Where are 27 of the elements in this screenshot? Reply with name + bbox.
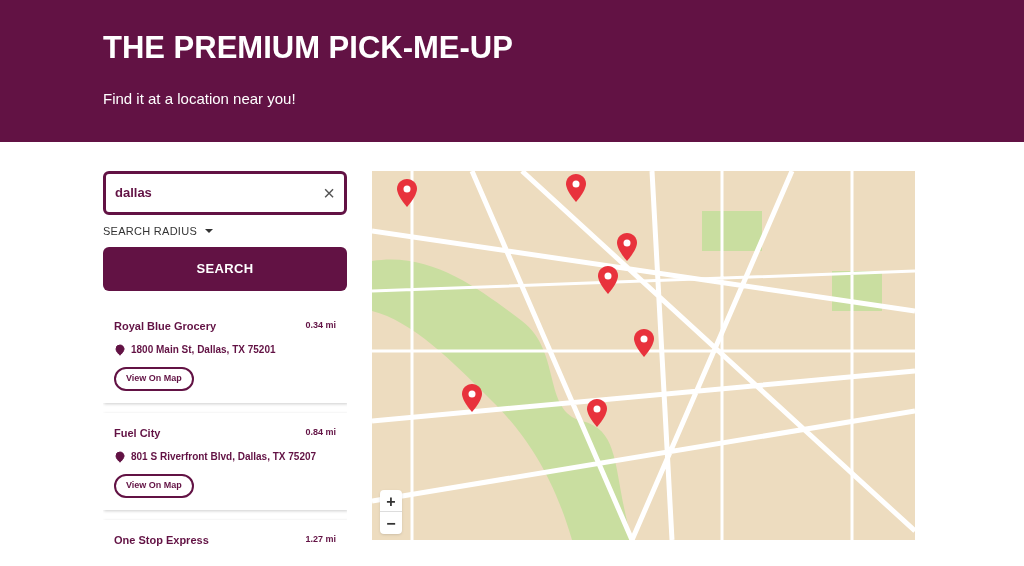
search-field[interactable]: dallas × xyxy=(103,171,347,215)
zoom-in-button[interactable]: + xyxy=(380,490,402,512)
view-on-map-button[interactable]: View On Map xyxy=(114,367,194,391)
location-pin-icon xyxy=(114,450,126,463)
page-title: THE PREMIUM PICK-ME-UP xyxy=(103,29,514,67)
search-radius-dropdown[interactable]: SEARCH RADIUS xyxy=(103,223,347,240)
search-button[interactable]: SEARCH xyxy=(103,246,347,291)
map-pin-icon[interactable] xyxy=(461,383,482,412)
location-address: 801 S Riverfront Blvd, Dallas, TX 75207 xyxy=(131,450,317,464)
location-name: One Stop Express xyxy=(114,532,209,548)
location-address: 1800 Main St, Dallas, TX 75201 xyxy=(131,343,276,357)
location-distance: 0.84 mi xyxy=(305,426,336,439)
map-pin-icon[interactable] xyxy=(587,398,608,427)
map-pin-icon[interactable] xyxy=(396,179,417,208)
location-pin-icon xyxy=(114,343,126,356)
map-pin-icon[interactable] xyxy=(598,265,619,294)
page-subtitle: Find it at a location near you! xyxy=(103,89,297,109)
map-pin-icon[interactable] xyxy=(566,173,587,202)
map-pin-icon[interactable] xyxy=(617,232,638,261)
map-pin-icon[interactable] xyxy=(633,328,654,357)
view-on-map-button[interactable]: View On Map xyxy=(114,474,194,498)
location-name: Royal Blue Grocery xyxy=(114,318,217,334)
location-name: Fuel City xyxy=(114,425,161,441)
zoom-out-button[interactable]: − xyxy=(380,512,402,534)
location-distance: 1.27 mi xyxy=(305,533,336,546)
clear-button[interactable]: × xyxy=(323,183,335,203)
location-distance: 0.34 mi xyxy=(305,319,336,332)
